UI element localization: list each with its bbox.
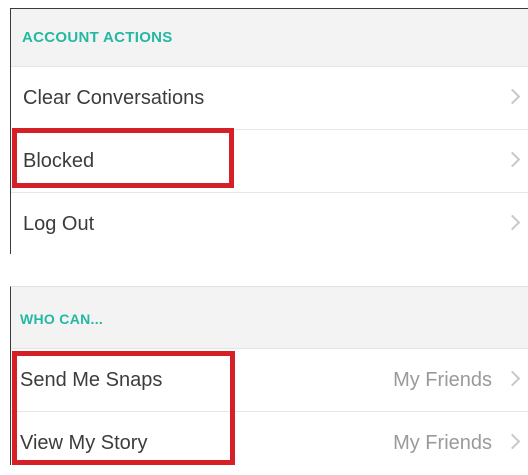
- chevron-right-icon: [504, 433, 521, 450]
- account-actions-section: ACCOUNT ACTIONS Clear Conversations Bloc…: [10, 8, 528, 256]
- chevron-right-icon: [504, 214, 521, 231]
- log-out-label: Log Out: [23, 213, 95, 235]
- send-me-snaps-value: My Friends: [393, 369, 492, 391]
- chevron-right-icon: [504, 151, 521, 168]
- view-my-story-value: My Friends: [393, 432, 492, 454]
- view-my-story-row[interactable]: View My Story My Friends: [11, 412, 528, 475]
- who-can-section: WHO CAN... Send Me Snaps My Friends View…: [10, 286, 528, 475]
- send-me-snaps-label: Send Me Snaps: [20, 369, 163, 391]
- send-me-snaps-row[interactable]: Send Me Snaps My Friends: [11, 349, 528, 412]
- view-my-story-label: View My Story: [20, 432, 148, 454]
- who-can-header: WHO CAN...: [11, 287, 528, 349]
- blocked-label: Blocked: [23, 150, 95, 172]
- blocked-row[interactable]: Blocked: [11, 130, 528, 193]
- account-actions-header: ACCOUNT ACTIONS: [11, 9, 528, 67]
- chevron-right-icon: [504, 88, 521, 105]
- chevron-right-icon: [504, 370, 521, 387]
- clear-conversations-row[interactable]: Clear Conversations: [11, 67, 528, 130]
- log-out-row[interactable]: Log Out: [11, 193, 528, 256]
- clear-conversations-label: Clear Conversations: [23, 87, 205, 109]
